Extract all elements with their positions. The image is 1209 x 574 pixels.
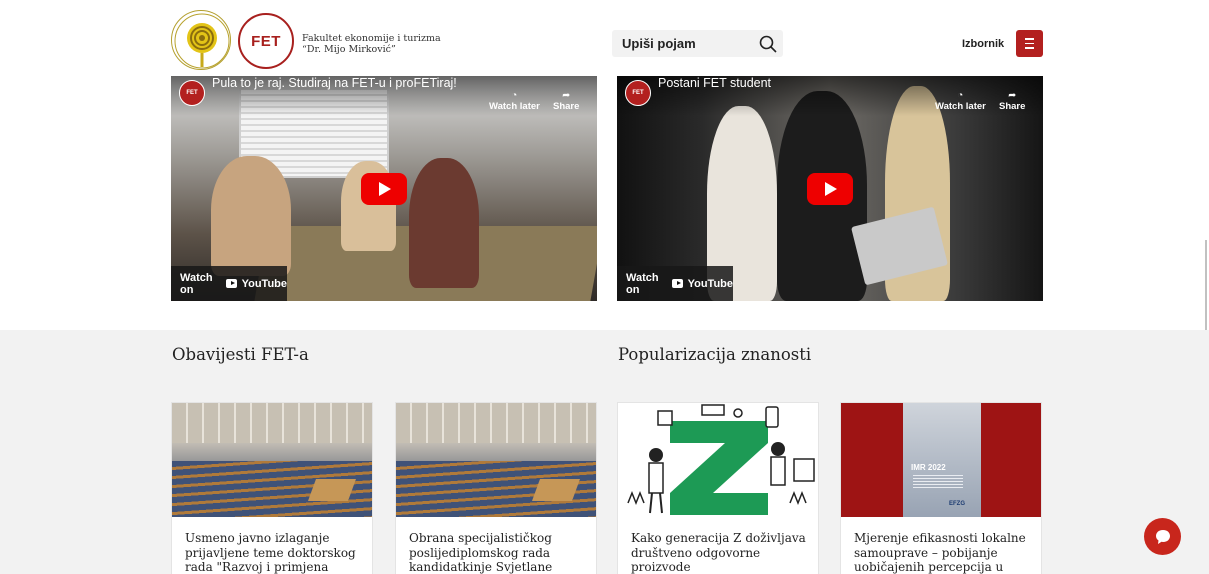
lecture-hall-image bbox=[172, 403, 372, 517]
share-icon: ➦ bbox=[562, 90, 571, 101]
share-button[interactable]: ➦ Share bbox=[999, 90, 1025, 112]
news-card-title: Usmeno javno izlaganje prijavljene teme … bbox=[185, 531, 356, 574]
report-cover-title: IMR 2022 bbox=[911, 463, 946, 472]
play-icon[interactable] bbox=[361, 172, 407, 205]
news-card-title: Mjerenje efikasnosti lokalne samouprave … bbox=[854, 531, 1026, 574]
chat-icon bbox=[1155, 529, 1170, 544]
video-title[interactable]: Postani FET student bbox=[658, 76, 771, 90]
news-card-title: Obrana specijalističkog poslijediplomsko… bbox=[409, 531, 553, 574]
hamburger-menu-button[interactable] bbox=[1016, 30, 1043, 57]
watch-on-youtube-button[interactable]: Watch on YouTube bbox=[617, 266, 733, 301]
news-card-title: Kako generacija Z doživljava društveno o… bbox=[631, 531, 806, 574]
notices-heading[interactable]: Obavijesti FET-a bbox=[172, 345, 309, 364]
news-card[interactable]: Usmeno javno izlaganje prijavljene teme … bbox=[171, 402, 373, 574]
generation-z-illustration bbox=[627, 404, 815, 515]
university-seal-icon bbox=[174, 13, 230, 69]
watch-on-youtube-button[interactable]: Watch on YouTube bbox=[171, 266, 287, 301]
news-section: Obavijesti FET-a Popularizacija znanosti… bbox=[0, 330, 1209, 574]
lecture-hall-image bbox=[396, 403, 596, 517]
news-card[interactable]: Kako generacija Z doživljava društveno o… bbox=[617, 402, 819, 574]
video-embed-1[interactable]: FET Pula to je raj. Studiraj na FET-u i … bbox=[171, 76, 597, 301]
report-cover-image: IMR 2022 EFZG bbox=[841, 403, 1041, 517]
news-card[interactable]: IMR 2022 EFZG Mjerenje efikasnosti lokal… bbox=[840, 402, 1042, 574]
channel-avatar[interactable]: FET bbox=[625, 80, 651, 106]
fet-logo-text: FET bbox=[251, 32, 281, 50]
youtube-icon bbox=[225, 279, 237, 288]
chat-button[interactable] bbox=[1144, 518, 1181, 555]
fet-logo[interactable]: FET bbox=[238, 13, 294, 69]
faculty-name-line1: Fakultet ekonomije i turizma bbox=[302, 33, 441, 44]
news-card[interactable]: Obrana specijalističkog poslijediplomsko… bbox=[395, 402, 597, 574]
video-thumbnail-person bbox=[409, 158, 479, 288]
faculty-name[interactable]: Fakultet ekonomije i turizma “Dr. Mijo M… bbox=[302, 33, 441, 55]
share-icon: ➦ bbox=[1008, 90, 1017, 101]
share-button[interactable]: ➦ Share bbox=[553, 90, 579, 112]
site-header: FET Fakultet ekonomije i turizma “Dr. Mi… bbox=[0, 0, 1209, 76]
search-box bbox=[612, 30, 783, 57]
watch-later-button[interactable]: ◔ Watch later bbox=[935, 90, 986, 112]
video-thumbnail-person bbox=[211, 156, 291, 276]
university-logo[interactable] bbox=[171, 10, 231, 70]
clock-icon: ◔ bbox=[957, 90, 964, 101]
search-icon[interactable] bbox=[759, 35, 777, 53]
channel-avatar[interactable]: FET bbox=[179, 80, 205, 106]
search-input[interactable] bbox=[622, 30, 752, 57]
clock-icon: ◔ bbox=[511, 90, 518, 101]
faculty-name-line2: “Dr. Mijo Mirković” bbox=[302, 44, 396, 55]
page-scrollbar[interactable] bbox=[1205, 240, 1207, 330]
menu-label[interactable]: Izbornik bbox=[962, 38, 1004, 50]
report-cover-brand: EFZG bbox=[949, 501, 965, 507]
watch-later-button[interactable]: ◔ Watch later bbox=[489, 90, 540, 112]
generation-z-image bbox=[618, 403, 818, 517]
video-embed-2[interactable]: FET Postani FET student ◔ Watch later ➦ … bbox=[617, 76, 1043, 301]
popularization-heading[interactable]: Popularizacija znanosti bbox=[618, 345, 811, 364]
youtube-icon bbox=[671, 279, 683, 288]
play-icon[interactable] bbox=[807, 172, 853, 205]
video-title[interactable]: Pula to je raj. Studiraj na FET-u i proF… bbox=[212, 76, 457, 90]
hamburger-icon bbox=[1025, 38, 1034, 40]
